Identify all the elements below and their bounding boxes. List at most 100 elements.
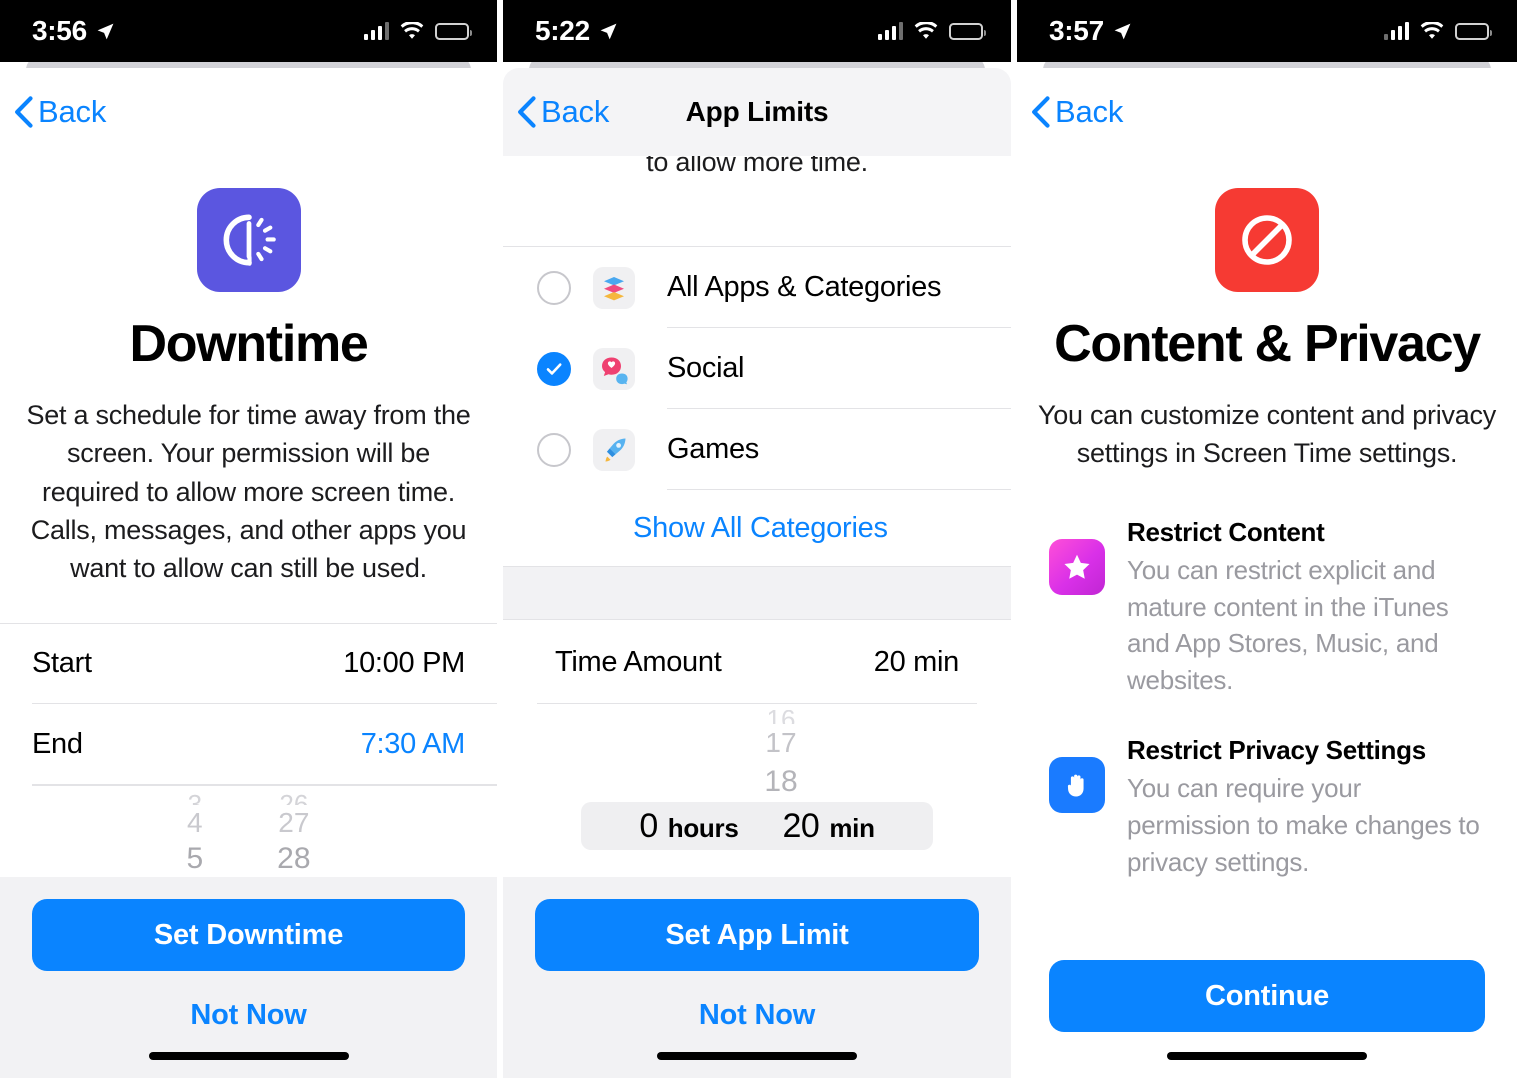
status-right (878, 21, 986, 41)
content-scroll-area: to allow more time. All Apps & Categorie… (503, 156, 1011, 877)
picker-value-18: 18 (764, 764, 798, 798)
picker-column-hours[interactable]: 3 4 5 (186, 791, 203, 877)
not-now-button[interactable]: Not Now (190, 999, 306, 1032)
category-label: Social (667, 328, 1011, 409)
set-downtime-button[interactable]: Set Downtime (32, 899, 465, 971)
downtime-icon (196, 188, 301, 292)
social-bubble-glyph (602, 357, 628, 384)
back-button[interactable]: Back (1017, 94, 1123, 130)
sheet-downtime: Back Downtime Set a schedule for time aw… (0, 68, 497, 1078)
radio-unchecked-icon[interactable] (537, 270, 571, 305)
status-left: 3:56 (32, 17, 115, 45)
time-picker-wheel[interactable]: 3 4 5 26 27 28 (0, 785, 497, 877)
picker-minutes-value: 20 (782, 806, 820, 845)
category-row-all-apps[interactable]: All Apps & Categories (503, 247, 1011, 328)
set-app-limit-button[interactable]: Set App Limit (535, 899, 979, 971)
phone-panel-downtime: 3:56 Back Downtime Set a schedule for ti… (0, 0, 497, 1078)
row-start-label: Start (32, 647, 92, 679)
back-button[interactable]: Back (503, 94, 609, 130)
back-label: Back (541, 94, 610, 129)
picker-minute-far: 26 (279, 791, 308, 805)
back-label: Back (1055, 94, 1124, 129)
home-indicator-area (32, 1032, 465, 1078)
picker-hours-unit: hours (667, 812, 739, 843)
back-label: Back (38, 94, 107, 129)
picker-hour-near: 5 (186, 841, 204, 875)
not-now-button[interactable]: Not Now (699, 999, 815, 1032)
continue-button[interactable]: Continue (1049, 960, 1485, 1032)
social-bubble-icon (593, 347, 635, 390)
time-amount-row[interactable]: Time Amount 20 min (503, 620, 1011, 704)
category-label: Games (667, 409, 1011, 490)
row-end-time[interactable]: End 7:30 AM (0, 704, 497, 785)
show-all-categories-link[interactable]: Show All Categories (503, 490, 1011, 566)
location-arrow-icon (97, 23, 114, 39)
duration-picker[interactable]: 16 17 18 19 0 hours 20 min (503, 704, 1011, 854)
category-row-games[interactable]: Games (503, 409, 1011, 490)
home-indicator-area (535, 1032, 979, 1078)
picker-hour-mid: 4 (187, 806, 203, 838)
status-bar: 3:57 (1017, 0, 1517, 62)
radio-checked-icon[interactable] (537, 351, 571, 386)
feature-body: Restrict Privacy Settings You can requir… (1127, 735, 1487, 881)
battery-icon (1455, 22, 1492, 40)
picker-value-17: 17 (765, 727, 797, 758)
star-glyph (1064, 554, 1090, 579)
picker-minutes-selected: 20 min (783, 807, 875, 846)
chevron-left-icon (518, 96, 536, 128)
battery-icon (435, 22, 472, 40)
phone-panel-content-privacy: 3:57 Back Content & Privacy You can cust… (1017, 0, 1517, 1078)
home-indicator[interactable] (657, 1052, 857, 1060)
back-button[interactable]: Back (0, 94, 106, 130)
picker-selection-band: 0 hours 20 min (581, 802, 933, 850)
page-description: Set a schedule for time away from the sc… (26, 400, 471, 584)
home-indicator[interactable] (148, 1052, 349, 1060)
page-title: Content & Privacy (1054, 315, 1481, 373)
content-scroll-area: Downtime Set a schedule for time away fr… (0, 156, 497, 877)
home-indicator-area (1049, 1032, 1485, 1078)
wifi-icon (400, 21, 424, 39)
screenshot-stage: 3:56 Back Downtime Set a schedule for ti… (0, 0, 1524, 1078)
page-description: You can customize content and privacy se… (1037, 400, 1497, 469)
status-clock: 5:22 (535, 15, 590, 46)
nav-bar: Back (1017, 68, 1517, 156)
cellular-signal-icon (1384, 22, 1409, 40)
sheet-app-limits: Back App Limits to allow more time. All … (503, 68, 1011, 1078)
hand-glyph (1067, 774, 1084, 797)
row-start-value: 10:00 PM (343, 647, 465, 679)
phone-panel-app-limits: 5:22 Back App Limits to allow more time.… (503, 0, 1011, 1078)
sheet-content-privacy: Back Content & Privacy You can customize… (1017, 68, 1517, 1078)
chevron-left-icon (15, 96, 33, 128)
star-icon (1049, 538, 1105, 595)
radio-unchecked-icon[interactable] (537, 432, 571, 467)
content-scroll-area: Content & Privacy You can customize cont… (1017, 156, 1517, 938)
wifi-icon (914, 21, 938, 39)
picker-hours-value: 0 (639, 806, 658, 845)
stacked-layers-glyph (604, 276, 624, 300)
footer-actions: Set Downtime Not Now (0, 877, 497, 1078)
feature-title: Restrict Privacy Settings (1127, 735, 1426, 766)
section-gap (503, 566, 1011, 620)
feature-body: Restrict Content You can restrict explic… (1127, 517, 1487, 700)
stacked-layers-icon (593, 266, 635, 309)
category-list: All Apps & Categories Social Games Show … (503, 247, 1011, 566)
status-right (364, 21, 472, 41)
picker-column-minutes[interactable]: 26 27 28 (277, 791, 310, 877)
rocket-glyph (605, 438, 626, 462)
wifi-icon (1420, 21, 1444, 39)
picker-minutes-unit: min (829, 812, 875, 843)
cellular-signal-icon (364, 22, 389, 40)
home-indicator[interactable] (1167, 1052, 1367, 1060)
prohibition-glyph (1242, 215, 1292, 265)
category-row-social[interactable]: Social (503, 328, 1011, 409)
footer-actions: Continue (1017, 938, 1517, 1078)
status-clock: 3:57 (1049, 15, 1104, 46)
location-arrow-icon (1114, 23, 1131, 39)
picker-ghost-value: 16 (767, 710, 796, 724)
row-start-time[interactable]: Start 10:00 PM (0, 623, 497, 704)
feature-description: You can restrict explicit and mature con… (1127, 554, 1449, 696)
schedule-rows: Start 10:00 PM End 7:30 AM 3 4 5 (0, 623, 497, 877)
time-amount-value: 20 min (873, 645, 960, 678)
row-end-label: End (32, 728, 83, 760)
